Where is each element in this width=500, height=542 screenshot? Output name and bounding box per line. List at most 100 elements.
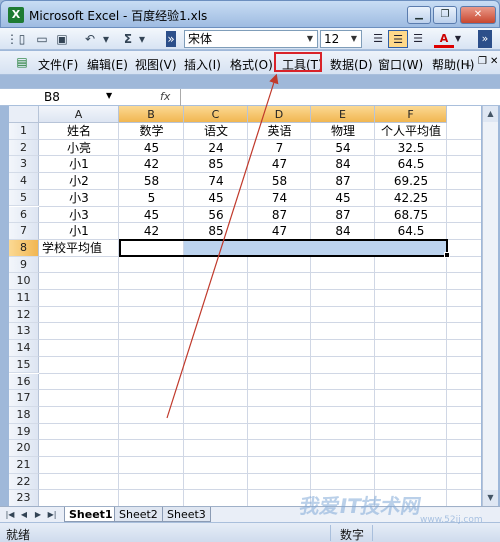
close-button[interactable]: ✕ (460, 6, 496, 24)
name-box[interactable]: B8 (4, 90, 118, 105)
menu-window[interactable]: 窗口(W) (378, 56, 423, 73)
new-file-icon[interactable]: ▯ (14, 31, 30, 47)
scroll-down-icon[interactable]: ▼ (483, 490, 498, 506)
fill-handle[interactable] (444, 252, 450, 258)
cell-d4[interactable]: 58 (248, 173, 311, 189)
formula-input[interactable] (180, 89, 496, 106)
row-header[interactable]: 12 (9, 306, 39, 324)
menu-format[interactable]: 格式(O) (230, 56, 273, 73)
cell-a6[interactable]: 小3 (39, 207, 119, 223)
cell-a1[interactable]: 姓名 (39, 123, 119, 139)
cell-e7[interactable]: 84 (311, 223, 375, 239)
cell-c4[interactable]: 74 (184, 173, 248, 189)
cell-a8[interactable]: 学校平均值 (39, 240, 119, 256)
cell-f5[interactable]: 42.25 (375, 190, 447, 206)
font-size-select[interactable]: 12 ▼ (320, 30, 362, 48)
cell-f3[interactable]: 64.5 (375, 156, 447, 172)
cell-e3[interactable]: 84 (311, 156, 375, 172)
font-color-dropdown-icon[interactable]: ▼ (452, 30, 464, 48)
column-header-f[interactable]: F (375, 106, 447, 123)
menu-file[interactable]: 文件(F) (38, 56, 78, 73)
cell-e1[interactable]: 物理 (311, 123, 375, 139)
cell-d6[interactable]: 87 (248, 207, 311, 223)
row-header[interactable]: 4 (9, 173, 39, 190)
cell-e2[interactable]: 54 (311, 140, 375, 156)
row-header[interactable]: 1 (9, 123, 39, 140)
row-header[interactable]: 20 (9, 440, 39, 457)
restore-button[interactable]: ❐ (433, 6, 457, 24)
column-header-d[interactable]: D (248, 106, 311, 123)
row-header[interactable]: 3 (9, 156, 39, 174)
align-right-button[interactable]: ☰ (408, 30, 428, 48)
row-header[interactable]: 22 (9, 473, 39, 491)
cell-b2[interactable]: 45 (119, 140, 184, 156)
tab-sheet1[interactable]: Sheet1 (64, 507, 118, 522)
cell-d3[interactable]: 47 (248, 156, 311, 172)
cell-d2[interactable]: 7 (248, 140, 311, 156)
row-header[interactable]: 13 (9, 323, 39, 341)
column-header-a[interactable]: A (39, 106, 119, 123)
row-header[interactable]: 17 (9, 390, 39, 407)
row-header[interactable]: 14 (9, 340, 39, 357)
cell-c6[interactable]: 56 (184, 207, 248, 223)
row-header[interactable]: 8 (9, 239, 39, 257)
first-sheet-icon[interactable]: |◀ (4, 508, 16, 522)
scroll-up-icon[interactable]: ▲ (483, 106, 498, 122)
font-color-button[interactable]: A (434, 30, 454, 48)
cell-c1[interactable]: 语文 (184, 123, 248, 139)
name-box-dropdown-icon[interactable]: ▼ (106, 91, 112, 100)
undo-icon[interactable]: ↶ (82, 31, 98, 47)
tab-sheet2[interactable]: Sheet2 (114, 507, 163, 522)
toolbar-options-icon[interactable]: » (166, 31, 176, 47)
last-sheet-icon[interactable]: ▶| (46, 508, 58, 522)
cell-d7[interactable]: 47 (248, 223, 311, 239)
cell-d1[interactable]: 英语 (248, 123, 311, 139)
menu-data[interactable]: 数据(D) (330, 56, 373, 73)
cell-e6[interactable]: 87 (311, 207, 375, 223)
worksheet-grid[interactable]: A B C D E F 1 2 3 4 5 6 7 8 9 10 11 12 13 14 15 16 17 18 19 20 21 2… (9, 106, 481, 506)
align-left-button[interactable]: ☰ (368, 30, 388, 48)
row-header[interactable]: 18 (9, 406, 39, 424)
cell-f2[interactable]: 32.5 (375, 140, 447, 156)
row-header[interactable]: 19 (9, 423, 39, 441)
cell-d5[interactable]: 74 (248, 190, 311, 206)
row-header[interactable]: 21 (9, 457, 39, 474)
column-header-c[interactable]: C (184, 106, 248, 123)
menu-insert[interactable]: 插入(I) (184, 56, 221, 73)
row-header[interactable]: 9 (9, 256, 39, 274)
toolbar-options-icon[interactable]: » (478, 30, 492, 48)
cell-f1[interactable]: 个人平均值 (375, 123, 447, 139)
cell-a7[interactable]: 小1 (39, 223, 119, 239)
row-header[interactable]: 10 (9, 273, 39, 290)
workbook-restore-icon[interactable]: ❐ (478, 56, 487, 67)
cell-f7[interactable]: 64.5 (375, 223, 447, 239)
row-header[interactable]: 5 (9, 189, 39, 207)
cell-f4[interactable]: 69.25 (375, 173, 447, 189)
minimize-button[interactable]: ▁ (407, 6, 431, 24)
cell-b1[interactable]: 数学 (119, 123, 184, 139)
menu-view[interactable]: 视图(V) (135, 56, 177, 73)
prev-sheet-icon[interactable]: ◀ (18, 508, 30, 522)
cell-b3[interactable]: 42 (119, 156, 184, 172)
font-name-select[interactable]: 宋体 ▼ (184, 30, 318, 48)
cell-f6[interactable]: 68.75 (375, 207, 447, 223)
cell-b7[interactable]: 42 (119, 223, 184, 239)
align-center-button[interactable]: ☰ (388, 30, 408, 48)
vertical-scrollbar[interactable]: ▲ ▼ (482, 106, 498, 506)
open-folder-icon[interactable]: ▭ (34, 31, 50, 47)
cell-a3[interactable]: 小1 (39, 156, 119, 172)
cell-c7[interactable]: 85 (184, 223, 248, 239)
cell-a2[interactable]: 小亮 (39, 140, 119, 156)
cell-b6[interactable]: 45 (119, 207, 184, 223)
row-header[interactable]: 15 (9, 356, 39, 374)
cell-c3[interactable]: 85 (184, 156, 248, 172)
cell-b5[interactable]: 5 (119, 190, 184, 206)
column-header-b[interactable]: B (119, 106, 184, 123)
fx-icon[interactable]: fx (160, 90, 170, 103)
select-all-corner[interactable] (9, 106, 39, 123)
workbook-minimize-icon[interactable]: _ (466, 56, 471, 67)
workbook-close-icon[interactable]: ✕ (490, 56, 498, 67)
next-sheet-icon[interactable]: ▶ (32, 508, 44, 522)
cell-e5[interactable]: 45 (311, 190, 375, 206)
cell-a4[interactable]: 小2 (39, 173, 119, 189)
